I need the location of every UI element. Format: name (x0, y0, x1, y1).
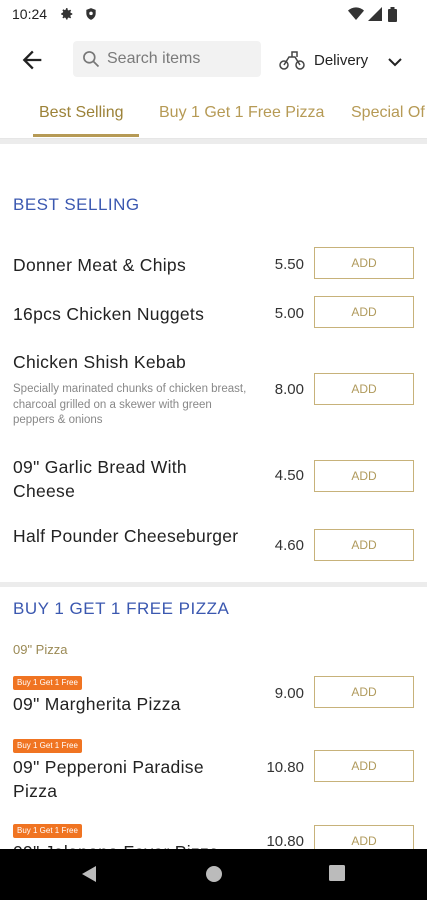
add-button[interactable]: ADD (314, 676, 414, 708)
divider (0, 582, 427, 587)
section-title-best-selling: BEST SELLING (13, 195, 140, 214)
delivery-selector[interactable]: Delivery (278, 42, 410, 78)
item-price: 9.00 (274, 685, 304, 702)
add-button[interactable]: ADD (314, 296, 414, 328)
item-name: 09" Garlic Bread With Cheese (13, 457, 187, 501)
nav-home-button[interactable] (205, 865, 223, 888)
top-bar: Delivery (0, 30, 427, 90)
back-arrow-icon (22, 50, 42, 70)
nav-recents-button[interactable] (329, 865, 345, 886)
shield-status-icon (84, 7, 98, 26)
search-input[interactable] (107, 41, 255, 77)
delivery-label: Delivery (314, 52, 369, 69)
circle-home-icon (206, 866, 222, 882)
triangle-back-icon (82, 866, 96, 882)
wifi-icon (348, 7, 364, 26)
search-box[interactable] (73, 41, 261, 77)
search-icon (81, 49, 101, 74)
item-name: Donner Meat & Chips (13, 255, 187, 275)
offer-badge: Buy 1 Get 1 Free (13, 739, 82, 753)
item-price: 5.50 (274, 256, 304, 273)
item-price: 10.80 (266, 759, 304, 776)
scooter-icon (278, 48, 306, 77)
add-button[interactable]: ADD (314, 373, 414, 405)
category-tabs: Best Selling Buy 1 Get 1 Free Pizza Spec… (0, 92, 427, 139)
item-description: Specially marinated chunks of chicken br… (13, 383, 247, 426)
item-name: 09" Pepperoni Paradise Pizza (13, 757, 204, 801)
add-button[interactable]: ADD (314, 247, 414, 279)
item-price: 4.60 (274, 537, 304, 554)
system-nav-bar (0, 849, 427, 900)
item-name: 09" Margherita Pizza (13, 694, 181, 714)
settings-status-icon (60, 7, 74, 26)
add-button[interactable]: ADD (314, 529, 414, 561)
divider (0, 139, 427, 144)
chevron-down-icon (388, 54, 402, 72)
nav-back-button[interactable] (80, 865, 98, 888)
item-price: 4.50 (274, 467, 304, 484)
status-bar: 10:24 (0, 0, 427, 30)
add-button[interactable]: ADD (314, 750, 414, 782)
offer-badge: Buy 1 Get 1 Free (13, 824, 82, 838)
back-button[interactable] (18, 46, 46, 74)
add-button[interactable]: ADD (314, 460, 414, 492)
tab-special-offers[interactable]: Special Of (351, 104, 425, 122)
section-title-buy-1-get-1-free-pizza: BUY 1 GET 1 FREE PIZZA (13, 599, 230, 618)
subsection-title: 09" Pizza (13, 642, 68, 657)
status-time: 10:24 (12, 6, 48, 22)
item-price: 5.00 (274, 305, 304, 322)
square-recents-icon (329, 865, 345, 881)
tab-buy-1-get-1-free-pizza[interactable]: Buy 1 Get 1 Free Pizza (159, 104, 324, 122)
battery-icon (388, 7, 397, 27)
item-name: 16pcs Chicken Nuggets (13, 304, 205, 324)
active-tab-indicator (33, 134, 139, 137)
item-price: 10.80 (266, 833, 304, 850)
item-name: Chicken Shish Kebab (13, 352, 187, 372)
tab-best-selling[interactable]: Best Selling (39, 104, 124, 122)
offer-badge: Buy 1 Get 1 Free (13, 676, 82, 690)
item-name: Half Pounder Cheeseburger (13, 526, 239, 546)
item-price: 8.00 (274, 381, 304, 398)
signal-icon (368, 7, 382, 26)
